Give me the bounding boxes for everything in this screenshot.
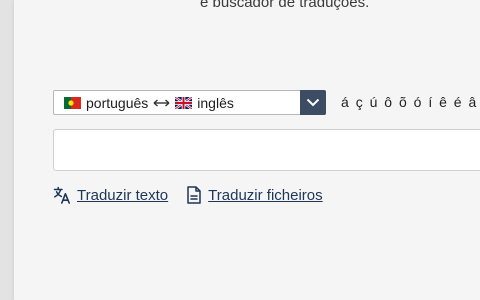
uk-flag-icon <box>175 96 193 109</box>
special-char-button[interactable]: ó <box>414 94 422 110</box>
target-language-label: inglês <box>197 94 234 111</box>
special-char-button[interactable]: ç <box>356 94 363 110</box>
portugal-flag-icon <box>64 96 81 109</box>
special-char-button[interactable]: á <box>341 94 349 110</box>
source-language-label: português <box>86 94 149 111</box>
translate-links: Traduzir texto Traduzir ficheiros <box>53 186 323 204</box>
special-char-button[interactable]: õ <box>399 94 407 110</box>
special-char-button[interactable]: ê <box>439 94 447 110</box>
document-icon <box>187 186 201 204</box>
translate-files-label: Traduzir ficheiros <box>208 186 323 204</box>
translate-files-link[interactable]: Traduzir ficheiros <box>186 186 323 204</box>
translate-icon <box>53 186 70 204</box>
translate-text-link[interactable]: Traduzir texto <box>53 186 168 204</box>
language-dropdown-button[interactable] <box>300 89 326 115</box>
sidebar-edge <box>0 0 14 300</box>
translate-text-label: Traduzir texto <box>77 186 169 204</box>
special-char-button[interactable]: â <box>468 94 476 110</box>
chevron-down-icon <box>306 98 320 106</box>
special-char-button[interactable]: ú <box>370 94 378 110</box>
special-char-button[interactable]: ô <box>384 94 392 110</box>
special-characters-bar: á ç ú ô õ ó í ê é â <box>341 94 479 110</box>
left-right-arrow-icon <box>153 98 170 107</box>
page-subtitle: e buscador de traduções. <box>200 0 370 11</box>
language-pair-select[interactable]: português inglês <box>53 89 326 115</box>
special-char-button[interactable]: é <box>454 94 462 110</box>
special-char-button[interactable]: í <box>428 94 432 110</box>
search-input[interactable] <box>53 129 480 171</box>
